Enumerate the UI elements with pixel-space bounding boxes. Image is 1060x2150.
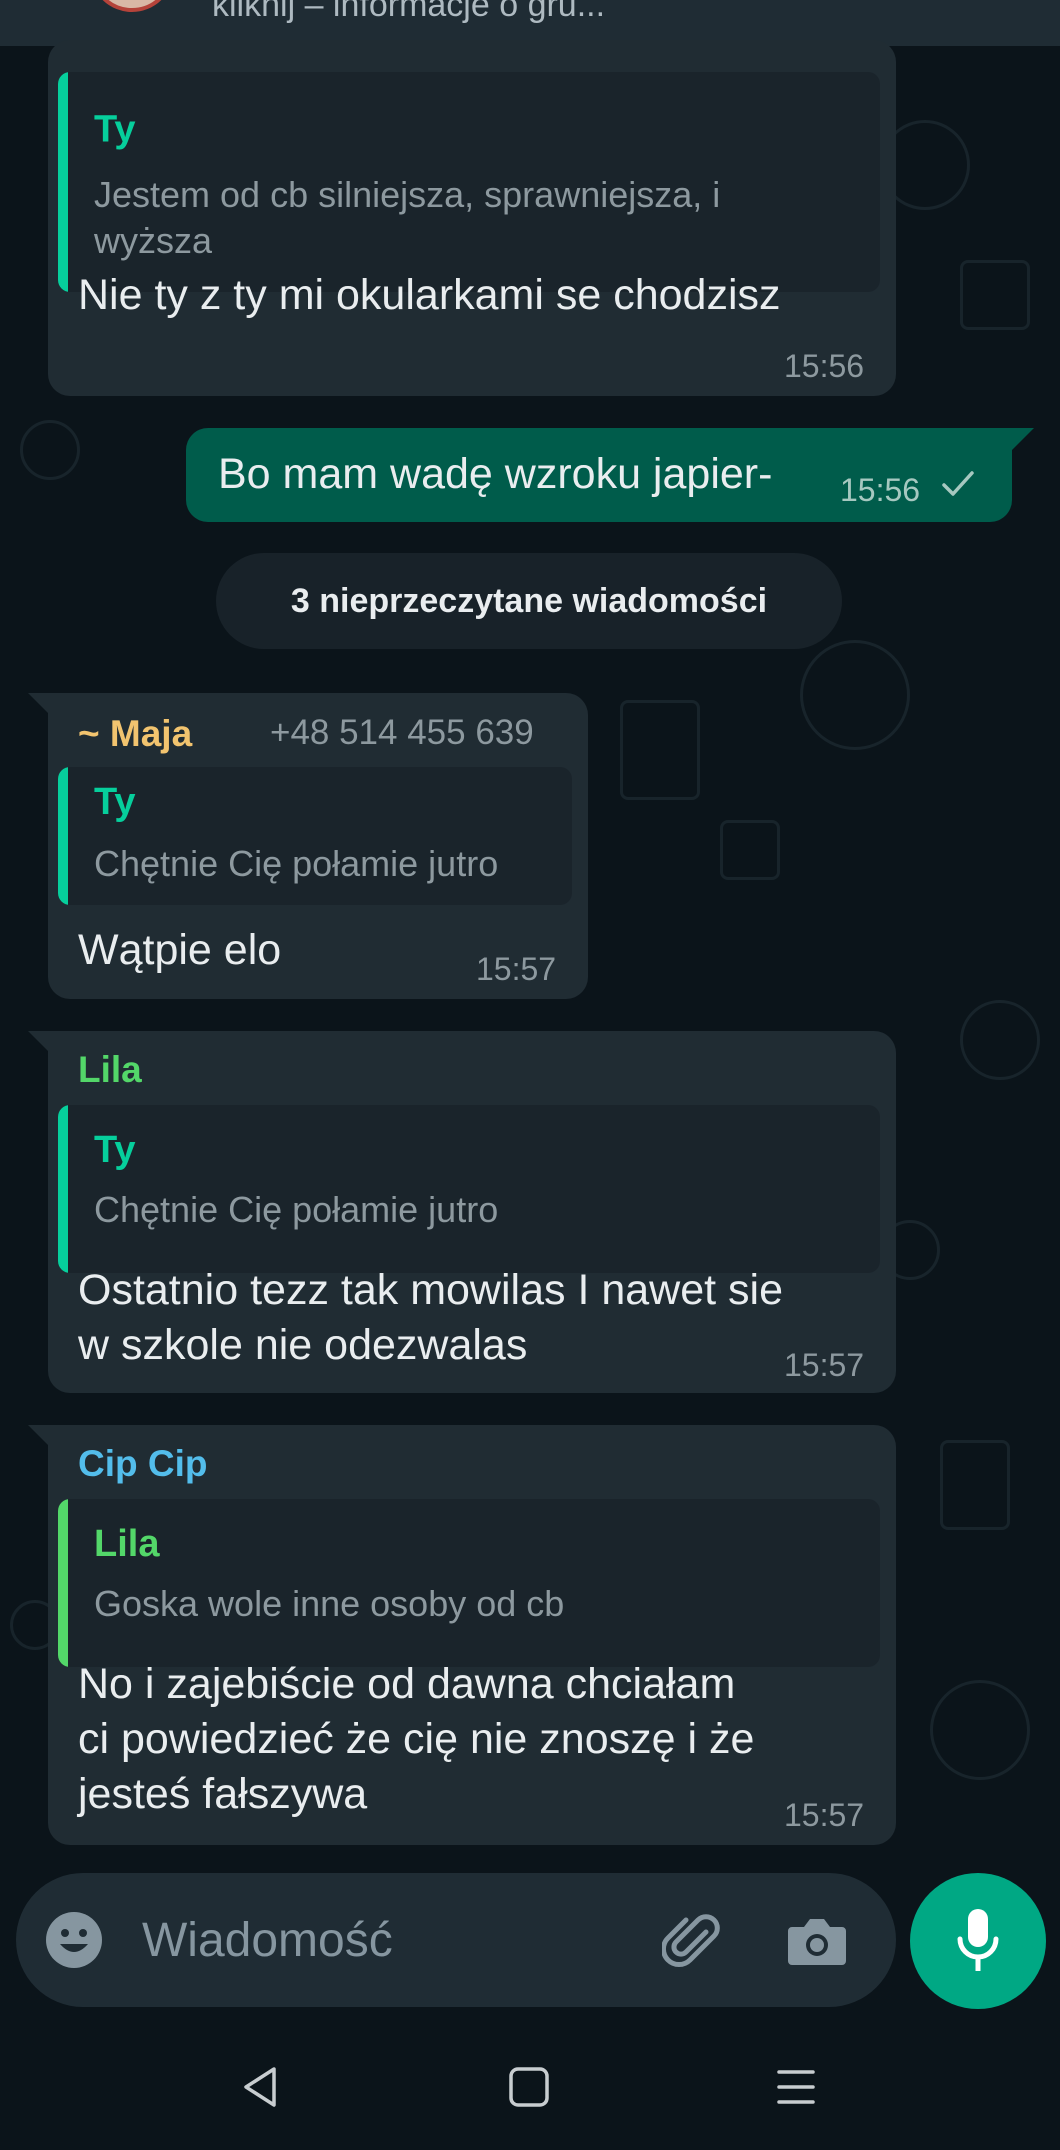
message-text: Wątpie elo: [78, 926, 282, 974]
system-navigation-bar: [0, 2020, 1060, 2150]
home-icon[interactable]: [508, 2066, 550, 2113]
quoted-message[interactable]: Ty Chętnie Cię połamie jutro: [58, 1105, 880, 1273]
message-bubble-incoming[interactable]: ~ Maja +48 514 455 639 Ty Chętnie Cię po…: [48, 693, 588, 999]
message-composer[interactable]: [16, 1873, 896, 2007]
quoted-message[interactable]: Lila Goska wole inne osoby od cb: [58, 1499, 880, 1667]
header-subtitle: kliknij – informacje o gru...: [212, 0, 606, 24]
quote-text: wyższa: [94, 220, 213, 261]
message-time: 15:57: [784, 1797, 865, 1833]
message-time: 15:57: [784, 1347, 865, 1383]
quoted-message[interactable]: Ty Jestem od cb silniejsza, sprawniejsza…: [58, 72, 880, 292]
quote-text: Goska wole inne osoby od cb: [94, 1583, 565, 1624]
message-text: jesteś fałszywa: [78, 1770, 368, 1818]
message-bubble-incoming[interactable]: Ty Jestem od cb silniejsza, sprawniejsza…: [48, 40, 896, 396]
quote-author: Lila: [94, 1523, 160, 1565]
message-text: w szkole nie odezwalas: [78, 1321, 528, 1369]
quote-text: Jestem od cb silniejsza, sprawniejsza, i: [94, 174, 721, 215]
message-text: Bo mam wadę wzroku japier-: [218, 450, 773, 498]
emoji-icon[interactable]: [44, 1910, 104, 1975]
message-text: ci powiedzieć że cię nie znoszę i że: [78, 1715, 755, 1763]
message-text: No i zajebiście od dawna chciałam: [78, 1660, 736, 1708]
bubble-tail: [28, 693, 50, 715]
quoted-message[interactable]: Ty Chętnie Cię połamie jutro: [58, 767, 572, 905]
quote-text: Chętnie Cię połamie jutro: [94, 1189, 499, 1230]
camera-icon[interactable]: [786, 1911, 848, 1974]
message-input[interactable]: [142, 1903, 642, 1977]
quote-text: Chętnie Cię połamie jutro: [94, 843, 499, 884]
sent-check-icon: [938, 464, 978, 509]
message-text: Ostatnio tezz tak mowilas I nawet sie: [78, 1266, 784, 1314]
message-bubble-incoming[interactable]: Cip Cip Lila Goska wole inne osoby od cb…: [48, 1425, 896, 1845]
menu-icon[interactable]: [776, 2068, 816, 2111]
quote-bar: [58, 767, 68, 905]
attach-icon[interactable]: [660, 1910, 726, 1979]
unread-messages-divider: 3 nieprzeczytane wiadomości: [216, 553, 842, 649]
message-bubble-outgoing[interactable]: Bo mam wadę wzroku japier- 15:56: [186, 428, 1012, 522]
quote-bar: [58, 1499, 68, 1667]
sender-name[interactable]: Cip Cip: [78, 1443, 207, 1485]
microphone-icon: [956, 1909, 1000, 1978]
message-time: 15:56: [784, 348, 865, 384]
bubble-tail: [28, 1425, 50, 1447]
message-time: 15:56: [840, 472, 921, 508]
sender-phone: +48 514 455 639: [270, 713, 534, 752]
sender-name[interactable]: Lila: [78, 1049, 142, 1091]
group-avatar[interactable]: [90, 0, 174, 12]
message-bubble-incoming[interactable]: Lila Ty Chętnie Cię połamie jutro Ostatn…: [48, 1031, 896, 1393]
bubble-tail: [1012, 428, 1034, 450]
quote-bar: [58, 1105, 68, 1273]
bubble-tail: [28, 1031, 50, 1053]
sender-name[interactable]: ~ Maja: [78, 713, 192, 755]
message-text: Nie ty z ty mi okularkami se chodzisz: [78, 271, 781, 319]
quote-bar: [58, 72, 68, 292]
quote-author: Ty: [94, 781, 136, 823]
quote-author: Ty: [94, 1129, 136, 1171]
quote-author: Ty: [94, 108, 136, 151]
message-time: 15:57: [476, 951, 557, 987]
voice-message-button[interactable]: [910, 1873, 1046, 2009]
back-icon[interactable]: [240, 2066, 280, 2113]
